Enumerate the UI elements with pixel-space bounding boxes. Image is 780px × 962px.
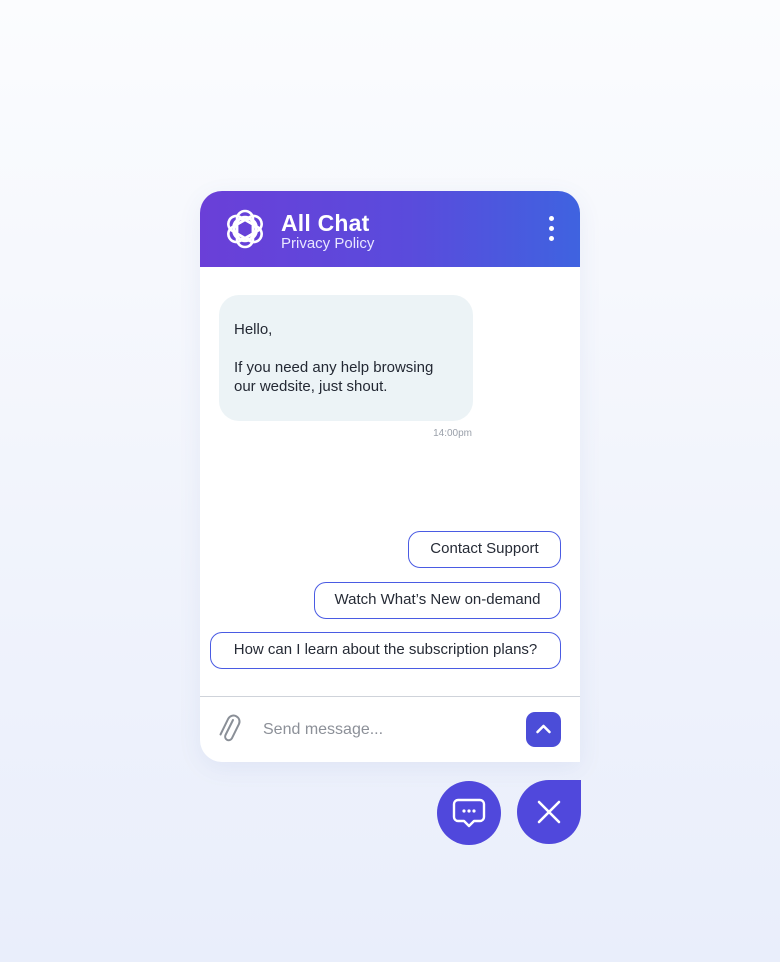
bot-message-bubble: Hello, If you need any help browsing our… [219,295,473,421]
chat-widget: All Chat Privacy Policy Hello, If you ne… [200,191,580,762]
quick-reply-watch-whats-new[interactable]: Watch What’s New on-demand [314,582,561,619]
send-button[interactable] [526,712,561,747]
more-vertical-icon [549,236,554,241]
chevron-up-icon [536,724,551,734]
more-vertical-icon [549,226,554,231]
paperclip-icon[interactable] [218,713,242,745]
more-vertical-icon [549,216,554,221]
message-input[interactable] [260,715,516,745]
openai-knot-icon [227,209,263,249]
close-chat-button[interactable] [517,780,581,844]
message-timestamp: 14:00pm [433,428,472,439]
more-menu-button[interactable] [540,213,564,245]
close-icon [537,800,561,824]
open-chat-button[interactable] [437,781,501,845]
quick-reply-contact-support[interactable]: Contact Support [408,531,561,568]
quick-reply-subscription-plans[interactable]: How can I learn about the subscription p… [210,632,561,669]
message-paragraph: Hello, [234,321,273,338]
composer-divider [200,696,580,697]
privacy-policy-link[interactable]: Privacy Policy [281,235,374,252]
chat-bubble-icon [452,798,486,828]
message-paragraph: If you need any help browsing our wedsit… [234,359,434,395]
chat-header: All Chat Privacy Policy [200,191,580,267]
chat-title: All Chat [281,210,370,236]
